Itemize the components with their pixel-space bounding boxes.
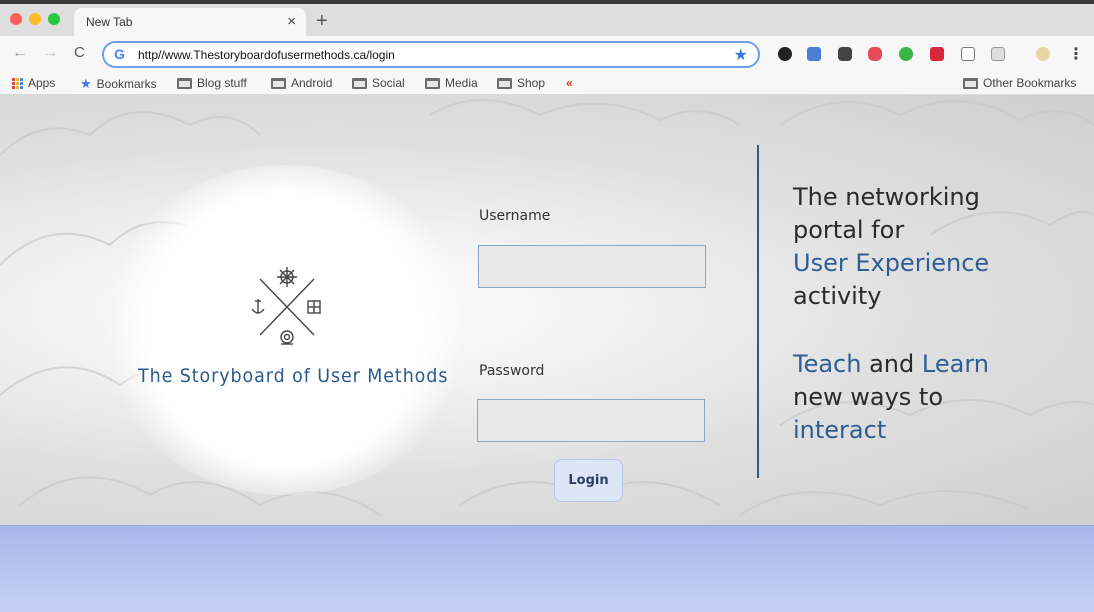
profile-avatar-icon[interactable]: [1036, 47, 1050, 61]
tagline-line-5: Teach and Learn: [793, 348, 989, 381]
browser-menu-icon[interactable]: ⋮: [1068, 44, 1084, 64]
bookmark-label: Android: [291, 76, 333, 90]
bookmark-label: Other Bookmarks: [983, 76, 1077, 90]
teach-word: Teach: [793, 350, 862, 378]
red-chevron-icon: «: [566, 76, 573, 90]
bookmark-media[interactable]: Media: [425, 76, 478, 90]
maximize-window-button[interactable]: [48, 13, 60, 25]
tab-bar: New Tab × +: [0, 0, 1094, 36]
brand-name: The Storyboard of User Methods: [138, 365, 449, 387]
login-page: The Storyboard of User Methods Username …: [0, 95, 1094, 525]
tagline-line-2: portal for: [793, 216, 905, 244]
bookmark-label: Apps: [28, 76, 56, 90]
tagline-line-6: new ways to: [793, 383, 943, 411]
bookmark-label: Media: [445, 76, 478, 90]
username-input[interactable]: [478, 245, 706, 288]
username-label: Username: [479, 208, 551, 224]
close-window-button[interactable]: [10, 13, 22, 25]
folder-icon: [963, 77, 978, 89]
tab-new-tab[interactable]: New Tab ×: [74, 8, 306, 36]
tagline-line-3: User Experience: [793, 249, 990, 277]
extension-shield-icon[interactable]: [868, 47, 882, 61]
bookmark-android[interactable]: Android: [271, 76, 332, 90]
minimize-window-button[interactable]: [29, 13, 41, 25]
apps-grid-icon: [12, 77, 23, 89]
bookmark-other[interactable]: Other Bookmarks: [963, 76, 1076, 90]
tagline-line-7: interact: [793, 416, 887, 444]
new-tab-button[interactable]: +: [316, 11, 328, 31]
folder-icon: [177, 77, 192, 89]
bookmark-shop[interactable]: Shop: [497, 76, 545, 90]
bookmark-label: Social: [372, 76, 405, 90]
reload-button[interactable]: C: [74, 44, 85, 62]
password-label: Password: [479, 363, 545, 379]
back-button[interactable]: ←: [12, 44, 28, 62]
extension-red-icon[interactable]: [930, 47, 944, 61]
vertical-divider: [757, 145, 759, 478]
password-input[interactable]: [477, 399, 705, 442]
tagline-line-1: The networking: [793, 183, 980, 211]
extension-pocket-icon[interactable]: [838, 47, 852, 61]
extension-window-icon[interactable]: [991, 47, 1005, 61]
extension-record-icon[interactable]: [778, 47, 792, 61]
and-word: and: [861, 350, 922, 378]
google-icon: G: [114, 46, 125, 62]
bookmarks-bar: Apps ★ Bookmarks Blog stuff Android Soci…: [0, 72, 1094, 95]
star-icon: ★: [80, 76, 92, 91]
tab-close-icon[interactable]: ×: [287, 13, 296, 30]
tab-title: New Tab: [86, 15, 133, 29]
window-controls: [10, 13, 60, 25]
browser-toolbar: ← → C G http//www.Thestoryboardofusermet…: [0, 36, 1094, 72]
bookmark-label: Shop: [517, 76, 546, 90]
login-button[interactable]: Login: [554, 459, 623, 502]
address-bar[interactable]: G http//www.Thestoryboardofusermethods.c…: [102, 41, 760, 68]
folder-icon: [271, 77, 286, 89]
bookmark-star-icon[interactable]: ★: [734, 45, 748, 65]
extension-square-icon[interactable]: [961, 47, 975, 61]
url-text[interactable]: http//www.Thestoryboardofusermethods.ca/…: [138, 48, 395, 62]
bookmark-social[interactable]: Social: [352, 76, 405, 90]
forward-button[interactable]: →: [42, 44, 58, 62]
bookmark-label: Blog stuff: [197, 76, 247, 90]
tagline-line-4: activity: [793, 282, 882, 310]
folder-icon: [425, 77, 440, 89]
page-footer: [0, 525, 1094, 612]
bookmark-blog-stuff[interactable]: Blog stuff: [177, 76, 247, 90]
bookmark-apps[interactable]: Apps: [12, 76, 55, 90]
folder-icon: [497, 77, 512, 89]
folder-icon: [352, 77, 367, 89]
bookmark-red-chevron[interactable]: «: [566, 76, 573, 90]
extension-green-icon[interactable]: [899, 47, 913, 61]
bookmark-bookmarks[interactable]: ★ Bookmarks: [80, 76, 157, 92]
bookmark-label: Bookmarks: [96, 77, 157, 91]
storyboard-logo-icon: [251, 267, 321, 345]
extension-translate-icon[interactable]: [807, 47, 821, 61]
learn-word: Learn: [921, 350, 989, 378]
